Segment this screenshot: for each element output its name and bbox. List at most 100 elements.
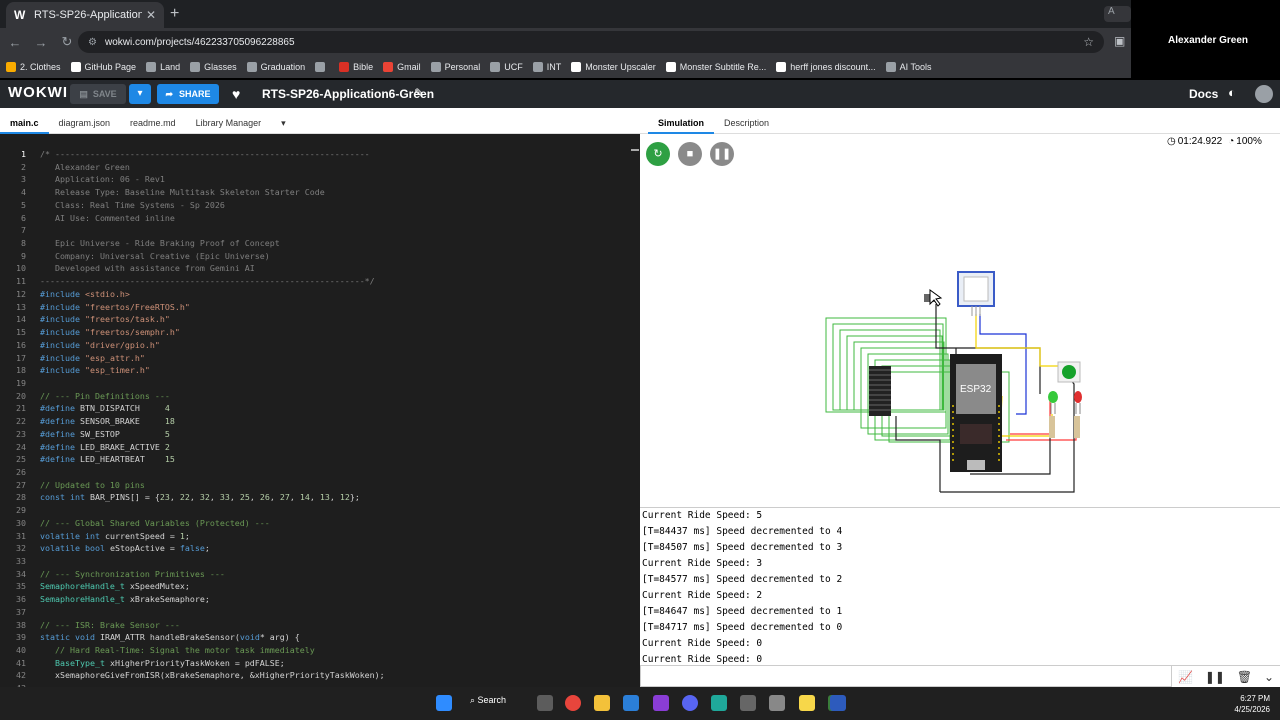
bookmark-item[interactable]: Land — [146, 62, 180, 72]
code-line[interactable]: 4 Release Type: Baseline Multitask Skele… — [0, 186, 630, 199]
code-text[interactable]: volatile int currentSpeed = 1; — [40, 530, 190, 543]
code-line[interactable]: 8 Epic Universe - Ride Braking Proof of … — [0, 237, 630, 250]
wokwi-logo[interactable]: WOKWI — [8, 84, 68, 101]
code-line[interactable]: 28 const int BAR_PINS[] = {23, 22, 32, 33… — [0, 491, 630, 504]
code-line[interactable]: 17 #include "esp_attr.h" — [0, 352, 630, 365]
code-line[interactable]: 39 static void IRAM_ATTR handleBrakeSenso… — [0, 631, 630, 644]
bookmark-item[interactable]: Monster Upscaler — [571, 62, 656, 72]
code-text[interactable]: #include "freertos/task.h" — [40, 313, 170, 326]
code-editor[interactable]: 1 /* ------------------------------------… — [0, 134, 640, 687]
bookmark-item[interactable]: Bible — [339, 62, 373, 72]
task-view-icon[interactable] — [537, 695, 553, 711]
app-icon-purple[interactable] — [653, 695, 669, 711]
app-icon-blue[interactable] — [830, 695, 846, 711]
code-text[interactable]: // Updated to 10 pins — [40, 479, 145, 492]
bookmark-item[interactable]: 2. Clothes — [6, 62, 61, 72]
app-icon-gray[interactable] — [769, 695, 785, 711]
snipping-tool-icon[interactable] — [740, 695, 756, 711]
code-text[interactable]: Alexander Green — [40, 161, 130, 174]
code-text[interactable]: ----------------------------------------… — [40, 275, 375, 288]
code-line[interactable]: 5 Class: Real Time Systems - Sp 2026 — [0, 199, 630, 212]
new-tab-icon[interactable]: + — [170, 5, 179, 23]
code-line[interactable]: 21 #define BTN_DISPATCH 4 — [0, 402, 630, 415]
bookmark-item[interactable]: Glasses — [190, 62, 237, 72]
code-line[interactable]: 32 volatile bool eStopActive = false; — [0, 542, 630, 555]
code-line[interactable]: 24 #define LED_BRAKE_ACTIVE 2 — [0, 441, 630, 454]
bookmark-item[interactable]: Graduation — [246, 62, 305, 72]
bookmark-item[interactable]: herff jones discount... — [776, 62, 876, 72]
code-line[interactable]: 31 volatile int currentSpeed = 1; — [0, 530, 630, 543]
bookmark-item[interactable]: AI Tools — [885, 62, 932, 72]
code-text[interactable]: Class: Real Time Systems - Sp 2026 — [40, 199, 225, 212]
code-line[interactable]: 3 Application: 06 - Rev1 — [0, 173, 630, 186]
site-info-icon[interactable]: ⚙ — [88, 37, 97, 48]
code-text[interactable]: // --- Synchronization Primitives --- — [40, 568, 225, 581]
code-line[interactable]: 33 — [0, 555, 630, 568]
code-lines[interactable]: 1 /* ------------------------------------… — [0, 148, 630, 687]
project-name[interactable]: RTS-SP26-Application6-Green — [262, 87, 434, 101]
code-line[interactable]: 26 — [0, 466, 630, 479]
code-text[interactable]: Developed with assistance from Gemini AI — [40, 262, 255, 275]
code-line[interactable]: 18 #include "esp_timer.h" — [0, 364, 630, 377]
save-dropdown-button[interactable]: ▾ — [129, 84, 151, 104]
forward-icon[interactable]: → — [30, 35, 52, 50]
bookmark-item[interactable]: Personal — [430, 62, 480, 72]
code-text[interactable]: #include "driver/gpio.h" — [40, 339, 160, 352]
browser-tab[interactable]: W RTS-SP26-Application6-Green ✕ — [6, 2, 164, 28]
code-line[interactable]: 37 — [0, 606, 630, 619]
code-line[interactable]: 16 #include "driver/gpio.h" — [0, 339, 630, 352]
tab-description[interactable]: Description — [714, 108, 779, 134]
tab-readme-md[interactable]: readme.md — [120, 108, 186, 134]
code-text[interactable]: #include "freertos/semphr.h" — [40, 326, 180, 339]
docs-link[interactable]: Docs — [1189, 87, 1218, 101]
code-text[interactable]: Application: 06 - Rev1 — [40, 173, 165, 186]
tab-library-manager[interactable]: Library Manager — [186, 108, 272, 134]
code-text[interactable]: static void IRAM_ATTR handleBrakeSensor(… — [40, 631, 300, 644]
serial-scrollbar[interactable] — [1272, 510, 1278, 660]
code-text[interactable]: #include "freertos/FreeRTOS.h" — [40, 301, 190, 314]
code-line[interactable]: 13 #include "freertos/FreeRTOS.h" — [0, 301, 630, 314]
code-line[interactable]: 30 // --- Global Shared Variables (Protec… — [0, 517, 630, 530]
bookmark-item[interactable]: Gmail — [383, 62, 421, 72]
code-text[interactable]: volatile bool eStopActive = false; — [40, 542, 210, 555]
back-icon[interactable]: ← — [4, 35, 26, 50]
code-text[interactable]: Company: Universal Creative (Epic Univer… — [40, 250, 270, 263]
code-text[interactable]: Epic Universe - Ride Braking Proof of Co… — [40, 237, 280, 250]
code-text[interactable]: /* -------------------------------------… — [40, 148, 370, 161]
sticky-notes-icon[interactable] — [799, 695, 815, 711]
reload-icon[interactable]: ↻ — [56, 34, 78, 50]
code-line[interactable]: 20 // --- Pin Definitions --- — [0, 390, 630, 403]
code-text[interactable]: #define LED_HEARTBEAT 15 — [40, 453, 175, 466]
code-text[interactable]: BaseType_t xHigherPriorityTaskWoken = pd… — [40, 657, 285, 670]
code-line[interactable]: 29 — [0, 504, 630, 517]
code-line[interactable]: 6 AI Use: Commented inline — [0, 212, 630, 225]
address-bar[interactable]: ⚙ wokwi.com/projects/462233705096228865 … — [78, 31, 1104, 53]
code-line[interactable]: 27 // Updated to 10 pins — [0, 479, 630, 492]
code-text[interactable]: // --- ISR: Brake Sensor --- — [40, 619, 180, 632]
editor-scrollbar[interactable] — [631, 149, 639, 151]
tab-main-c[interactable]: main.c — [0, 108, 49, 134]
code-line[interactable]: 36 SemaphoreHandle_t xBrakeSemaphore; — [0, 593, 630, 606]
chart-icon[interactable]: 📈 — [1178, 670, 1193, 684]
code-line[interactable]: 12 #include <stdio.h> — [0, 288, 630, 301]
code-text[interactable]: // Hard Real-Time: Signal the motor task… — [40, 644, 315, 657]
code-line[interactable]: 38 // --- ISR: Brake Sensor --- — [0, 619, 630, 632]
serial-input[interactable] — [640, 665, 1172, 687]
bookmark-item[interactable]: INT — [532, 62, 561, 72]
serial-monitor[interactable]: Current Ride Speed: 5 [T=84437 ms] Speed … — [640, 507, 1280, 665]
code-line[interactable]: 35 SemaphoreHandle_t xSpeedMutex; — [0, 580, 630, 593]
code-text[interactable]: const int BAR_PINS[] = {23, 22, 32, 33, … — [40, 491, 360, 504]
code-line[interactable]: 34 // --- Synchronization Primitives --- — [0, 568, 630, 581]
app-icon-teal[interactable] — [711, 695, 727, 711]
code-text[interactable]: #include <stdio.h> — [40, 288, 130, 301]
taskbar-clock[interactable]: 6:27 PM 4/25/2026 — [1228, 693, 1270, 715]
file-explorer-icon[interactable] — [594, 695, 610, 711]
dark-mode-icon[interactable]: ◐ — [1228, 85, 1236, 100]
vscode-icon[interactable] — [623, 695, 639, 711]
code-text[interactable]: AI Use: Commented inline — [40, 212, 175, 225]
code-text[interactable]: #define BTN_DISPATCH 4 — [40, 402, 170, 415]
windows-start-icon[interactable] — [436, 695, 452, 711]
close-tab-icon[interactable]: ✕ — [146, 8, 156, 22]
edit-name-icon[interactable]: ✎ — [414, 86, 424, 100]
share-button[interactable]: ➦ SHARE — [157, 84, 219, 104]
